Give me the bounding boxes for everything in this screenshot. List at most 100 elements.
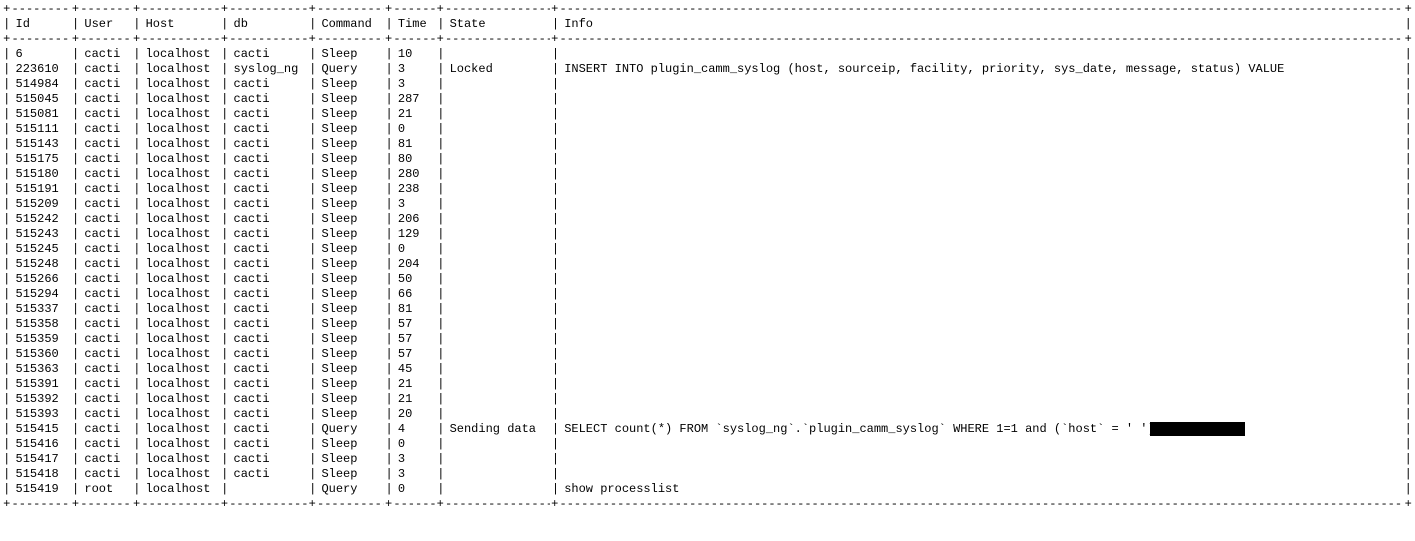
column-divider: | bbox=[1403, 77, 1413, 92]
column-divider: | bbox=[384, 272, 394, 287]
separator-dash: ---------- bbox=[317, 32, 384, 47]
table-row: |514984|cacti|localhost|cacti|Sleep|3||| bbox=[2, 77, 1413, 92]
col-command: Sleep bbox=[317, 47, 384, 62]
col-info bbox=[560, 212, 1403, 227]
column-divider: | bbox=[436, 182, 446, 197]
col-info bbox=[560, 107, 1403, 122]
separator-dash: ----------------------------------------… bbox=[560, 2, 1404, 17]
col-host: localhost bbox=[142, 317, 220, 332]
column-divider: | bbox=[132, 407, 142, 422]
col-command: Query bbox=[317, 62, 384, 77]
col-time: 3 bbox=[394, 62, 436, 77]
corner-plus: + bbox=[132, 2, 142, 17]
column-divider: | bbox=[71, 347, 81, 362]
column-divider: | bbox=[308, 407, 318, 422]
col-id: 515359 bbox=[12, 332, 71, 347]
col-time: 80 bbox=[394, 152, 436, 167]
col-db: cacti bbox=[230, 227, 308, 242]
col-state bbox=[446, 152, 551, 167]
col-time: 66 bbox=[394, 287, 436, 302]
column-divider: | bbox=[71, 422, 81, 437]
column-divider: | bbox=[384, 92, 394, 107]
col-state: Locked bbox=[446, 62, 551, 77]
column-divider: | bbox=[220, 242, 230, 257]
column-divider: | bbox=[71, 362, 81, 377]
col-id: 515242 bbox=[12, 212, 71, 227]
col-info bbox=[560, 92, 1403, 107]
column-divider: | bbox=[1403, 377, 1413, 392]
col-state bbox=[446, 107, 551, 122]
column-divider: | bbox=[551, 152, 561, 167]
col-id: 515391 bbox=[12, 377, 71, 392]
column-divider: | bbox=[2, 362, 12, 377]
col-user: cacti bbox=[80, 362, 132, 377]
col-user: cacti bbox=[80, 197, 132, 212]
col-time: 57 bbox=[394, 332, 436, 347]
column-divider: | bbox=[71, 467, 81, 482]
col-command: Sleep bbox=[317, 437, 384, 452]
col-host: localhost bbox=[142, 182, 220, 197]
column-divider: | bbox=[1403, 317, 1413, 332]
col-info bbox=[560, 167, 1403, 182]
column-divider: | bbox=[2, 407, 12, 422]
column-divider: | bbox=[2, 437, 12, 452]
col-host: localhost bbox=[142, 212, 220, 227]
col-user: cacti bbox=[80, 407, 132, 422]
column-divider: | bbox=[308, 242, 318, 257]
col-time: 287 bbox=[394, 92, 436, 107]
col-user: cacti bbox=[80, 47, 132, 62]
table-row: |515416|cacti|localhost|cacti|Sleep|0||| bbox=[2, 437, 1413, 452]
col-info bbox=[560, 287, 1403, 302]
column-divider: | bbox=[1403, 182, 1413, 197]
col-time: 129 bbox=[394, 227, 436, 242]
col-user: cacti bbox=[80, 182, 132, 197]
column-divider: | bbox=[551, 347, 561, 362]
column-divider: | bbox=[1403, 272, 1413, 287]
column-divider: | bbox=[308, 62, 318, 77]
col-state bbox=[446, 212, 551, 227]
col-info bbox=[560, 332, 1403, 347]
column-divider: | bbox=[436, 377, 446, 392]
corner-plus: + bbox=[384, 497, 394, 512]
col-command: Sleep bbox=[317, 197, 384, 212]
col-user: cacti bbox=[80, 107, 132, 122]
header-user: User bbox=[80, 17, 132, 32]
column-divider: | bbox=[71, 197, 81, 212]
col-time: 3 bbox=[394, 467, 436, 482]
column-divider: | bbox=[1403, 287, 1413, 302]
col-state bbox=[446, 272, 551, 287]
column-divider: | bbox=[384, 437, 394, 452]
column-divider: | bbox=[2, 422, 12, 437]
column-divider: | bbox=[1403, 212, 1413, 227]
column-divider: | bbox=[220, 287, 230, 302]
column-divider: | bbox=[2, 272, 12, 287]
col-info bbox=[560, 377, 1403, 392]
col-info: INSERT INTO plugin_camm_syslog (host, so… bbox=[560, 62, 1403, 77]
col-time: 57 bbox=[394, 347, 436, 362]
table-row: |515392|cacti|localhost|cacti|Sleep|21||… bbox=[2, 392, 1413, 407]
col-db: cacti bbox=[230, 272, 308, 287]
table-row: |515415|cacti|localhost|cacti|Query|4|Se… bbox=[2, 422, 1413, 437]
column-divider: | bbox=[436, 347, 446, 362]
column-divider: | bbox=[71, 92, 81, 107]
col-db bbox=[230, 482, 308, 497]
column-divider: | bbox=[220, 347, 230, 362]
table-row: |515243|cacti|localhost|cacti|Sleep|129|… bbox=[2, 227, 1413, 242]
column-divider: | bbox=[308, 437, 318, 452]
col-db: cacti bbox=[230, 137, 308, 152]
column-divider: | bbox=[308, 377, 318, 392]
col-host: localhost bbox=[142, 167, 220, 182]
col-time: 21 bbox=[394, 392, 436, 407]
column-divider: | bbox=[551, 77, 561, 92]
col-host: localhost bbox=[142, 122, 220, 137]
column-divider: | bbox=[308, 152, 318, 167]
col-user: cacti bbox=[80, 467, 132, 482]
table-row: |515360|cacti|localhost|cacti|Sleep|57||… bbox=[2, 347, 1413, 362]
col-host: localhost bbox=[142, 77, 220, 92]
corner-plus: + bbox=[307, 497, 317, 512]
column-divider: | bbox=[551, 107, 561, 122]
separator-dash: -------- bbox=[80, 497, 132, 512]
col-db: cacti bbox=[230, 347, 308, 362]
col-db: cacti bbox=[230, 437, 308, 452]
column-divider: | bbox=[1403, 17, 1413, 32]
